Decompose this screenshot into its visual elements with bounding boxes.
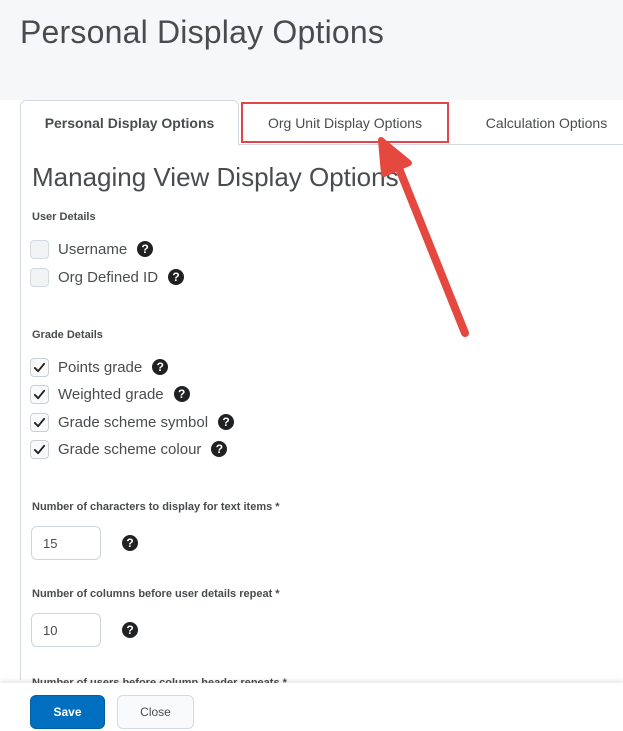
grade-scheme-colour-checkbox[interactable]	[30, 439, 49, 459]
users-repeat-label: Number of users before column header rep…	[32, 677, 287, 683]
option-grade-scheme-colour: Grade scheme colour ?	[30, 438, 228, 460]
weighted-grade-checkbox[interactable]	[30, 384, 49, 404]
help-icon[interactable]: ?	[122, 535, 138, 551]
org-defined-id-checkbox[interactable]	[30, 267, 49, 287]
grade-scheme-colour-label: Grade scheme colour	[58, 440, 202, 458]
grade-scheme-symbol-checkbox[interactable]	[30, 412, 49, 432]
option-weighted-grade: Weighted grade ?	[30, 383, 190, 405]
help-icon[interactable]: ?	[122, 622, 138, 638]
tab-calculation-options[interactable]: Calculation Options	[470, 100, 623, 145]
checkmark-icon	[33, 362, 46, 372]
checkmark-icon	[33, 417, 46, 427]
grade-details-label: Grade Details	[32, 329, 103, 341]
points-grade-label: Points grade	[58, 358, 143, 376]
columns-repeat-label: Number of columns before user details re…	[32, 588, 280, 600]
option-grade-scheme-symbol: Grade scheme symbol ?	[30, 411, 235, 433]
option-org-defined-id: Org Defined ID ?	[30, 266, 185, 288]
grade-scheme-symbol-label: Grade scheme symbol	[58, 413, 209, 431]
username-checkbox[interactable]	[30, 239, 49, 259]
option-points-grade: Points grade ?	[30, 356, 169, 378]
tab-divider	[238, 144, 623, 145]
save-button[interactable]: Save	[30, 695, 105, 729]
panel-border	[20, 145, 21, 680]
help-icon[interactable]: ?	[152, 359, 169, 375]
help-icon[interactable]: ?	[218, 414, 235, 430]
text-chars-input[interactable]	[31, 526, 101, 560]
text-chars-label: Number of characters to display for text…	[32, 501, 280, 513]
option-username: Username ?	[30, 238, 154, 260]
tab-personal-display-options[interactable]: Personal Display Options	[20, 100, 239, 146]
columns-repeat-input[interactable]	[31, 613, 101, 647]
page-header: Personal Display Options	[0, 0, 623, 100]
tab-bar: Personal Display Options Org Unit Displa…	[0, 100, 623, 146]
weighted-grade-label: Weighted grade	[58, 385, 164, 403]
help-icon[interactable]: ?	[168, 269, 185, 285]
tab-org-unit-display-options[interactable]: Org Unit Display Options	[241, 102, 449, 143]
help-icon[interactable]: ?	[137, 241, 154, 257]
help-icon[interactable]: ?	[173, 386, 190, 402]
page-title: Personal Display Options	[20, 14, 385, 50]
checkmark-icon	[33, 444, 46, 454]
close-button[interactable]: Close	[117, 695, 194, 729]
user-details-label: User Details	[32, 211, 96, 223]
section-heading: Managing View Display Options	[32, 162, 399, 192]
checkmark-icon	[33, 389, 46, 399]
username-label: Username	[58, 240, 128, 258]
org-defined-id-label: Org Defined ID	[58, 268, 159, 286]
help-icon[interactable]: ?	[211, 441, 228, 457]
points-grade-checkbox[interactable]	[30, 357, 49, 377]
